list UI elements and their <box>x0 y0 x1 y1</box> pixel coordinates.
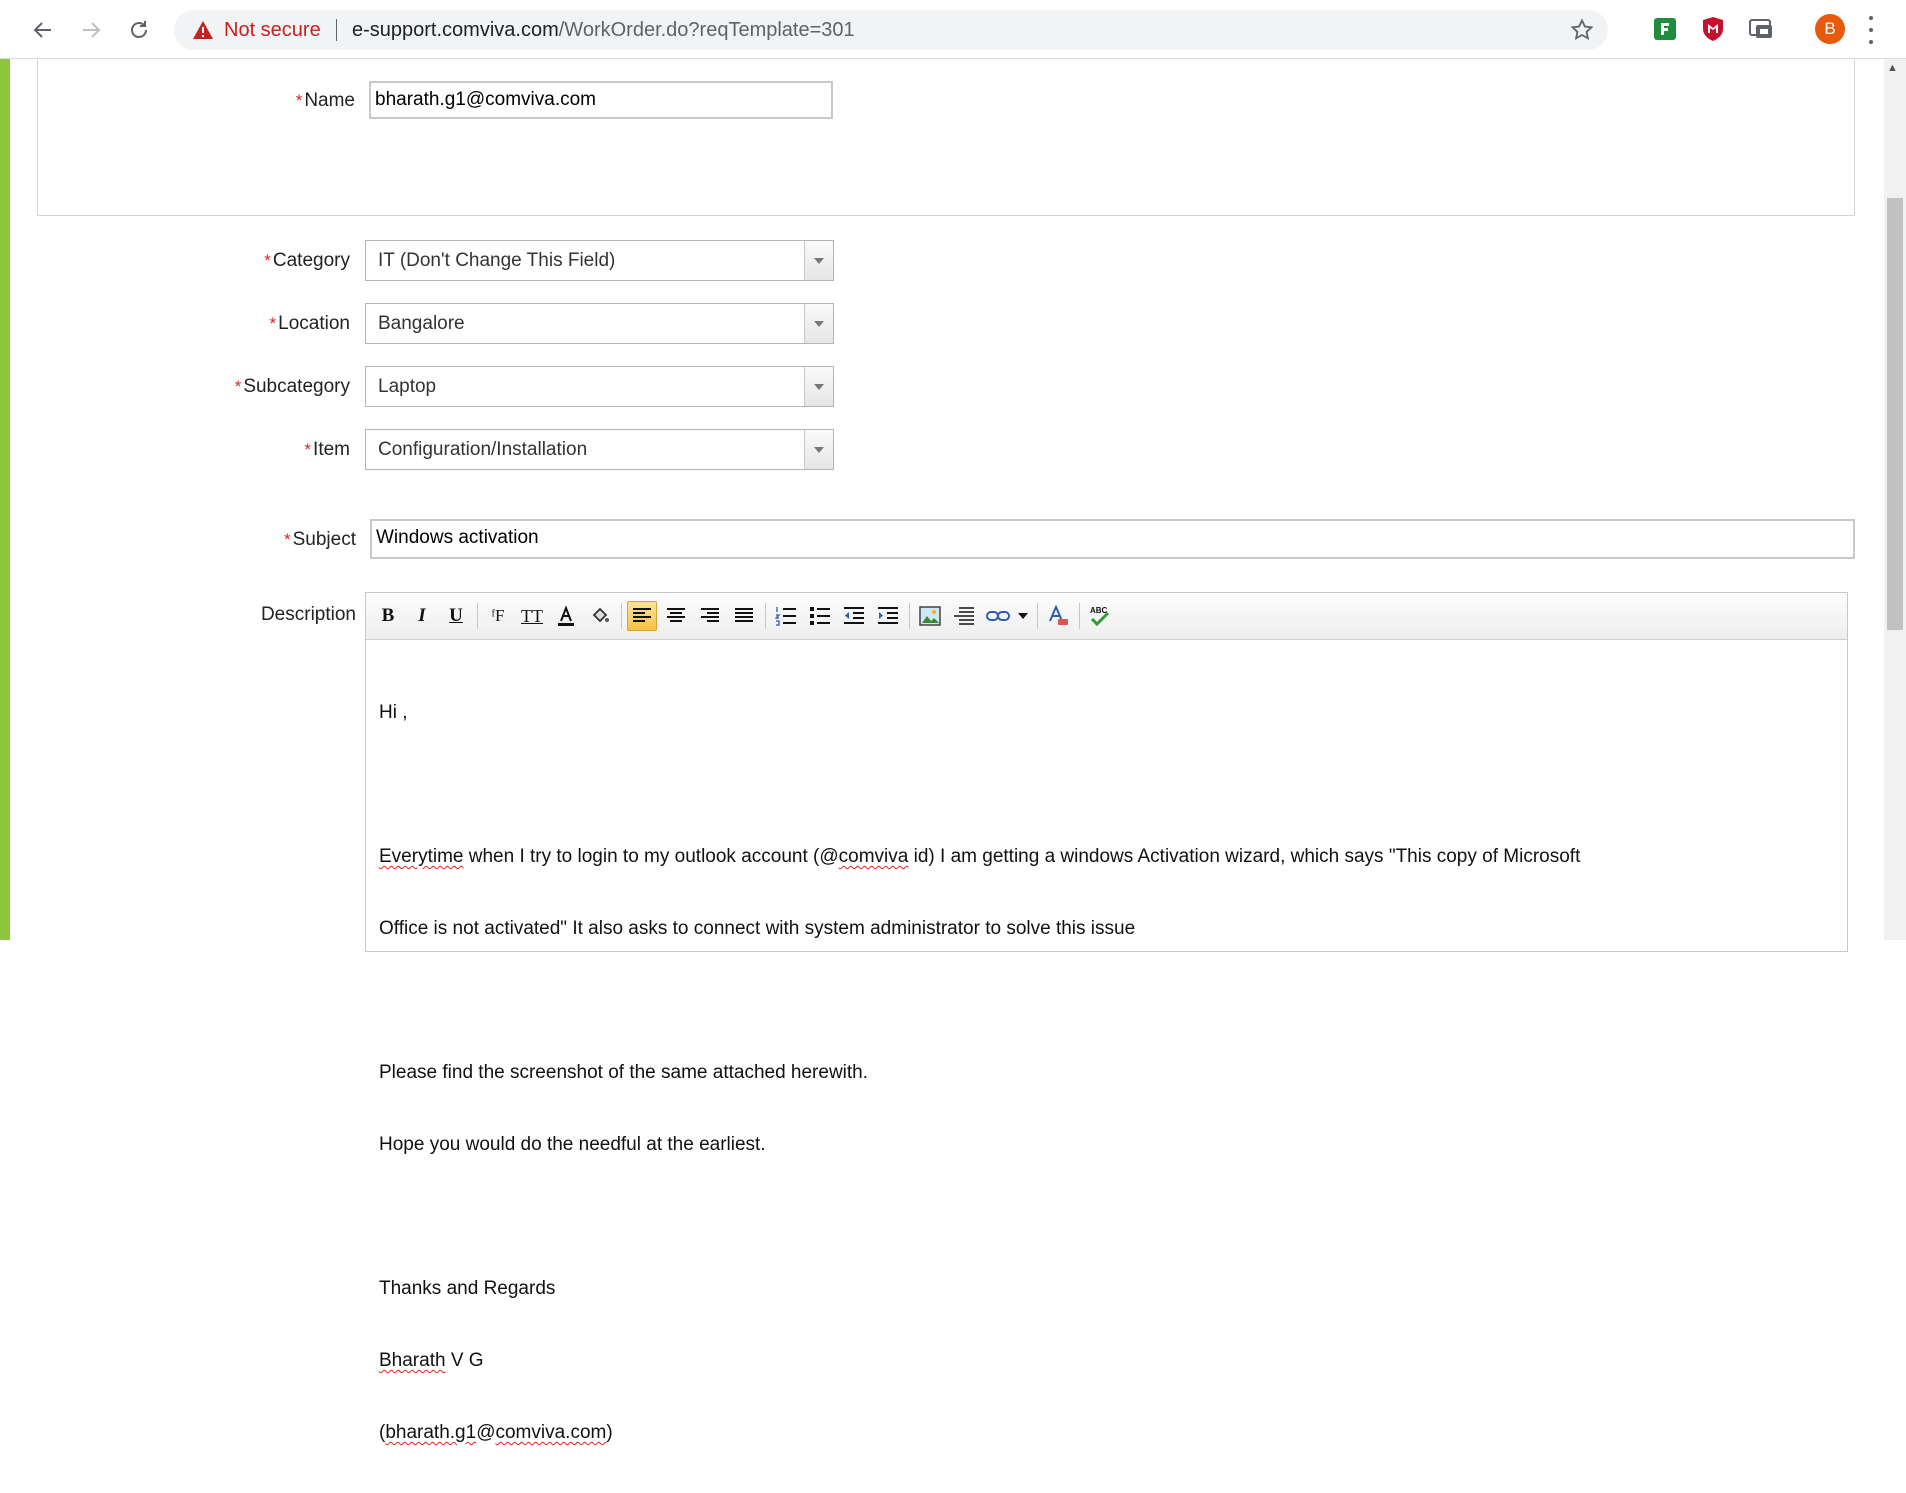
category-select[interactable]: IT (Don't Change This Field) <box>365 240 834 281</box>
spellcheck-icon[interactable]: ABC <box>1085 601 1115 631</box>
url-path: /WorkOrder.do?reqTemplate=301 <box>558 19 855 41</box>
content-line: Please find the screenshot of the same a… <box>379 1062 869 1083</box>
item-select[interactable]: Configuration/Installation <box>365 429 834 470</box>
font-size-icon[interactable]: TT <box>517 601 547 631</box>
outdent-icon[interactable] <box>839 601 869 631</box>
url-text[interactable]: e-support.comviva.com/WorkOrder.do?reqTe… <box>352 19 855 42</box>
description-editor[interactable]: B I U ᶠF TT ABC Hi , Everytime when I tr… <box>365 592 1848 1443</box>
address-bar[interactable]: Not secure e-support.comviva.com/WorkOrd… <box>174 10 1608 50</box>
chevron-down-icon[interactable] <box>804 430 833 469</box>
scroll-up-arrow-icon[interactable]: ▲ <box>1887 62 1898 74</box>
description-label: Description <box>260 604 356 625</box>
subject-label: * Subject <box>284 529 356 550</box>
scrollbar-thumb[interactable] <box>1887 198 1903 630</box>
justify-icon[interactable] <box>729 601 759 631</box>
content-line: Bharath V G <box>379 1350 484 1371</box>
content-line: Office is not activated" It also asks to… <box>379 918 1136 939</box>
align-center-icon[interactable] <box>661 601 691 631</box>
menu-dots-icon[interactable] <box>1866 16 1876 44</box>
content-line: Thanks and Regards <box>379 1278 556 1299</box>
content-line: Everytime when I try to login to my outl… <box>379 846 1581 867</box>
align-right-icon[interactable] <box>695 601 725 631</box>
category-label: * Category <box>264 250 350 271</box>
editor-toolbar: B I U ᶠF TT ABC <box>366 593 1847 640</box>
insert-image-icon[interactable] <box>915 601 945 631</box>
insert-link-icon[interactable] <box>983 601 1013 631</box>
back-arrow-icon[interactable] <box>25 12 61 48</box>
chevron-down-icon[interactable] <box>804 241 833 280</box>
address-separator <box>336 19 337 41</box>
subcategory-label: * Subcategory <box>234 376 350 397</box>
extension-cast-icon[interactable] <box>1748 16 1774 42</box>
extension-green-icon[interactable] <box>1652 16 1678 42</box>
browser-toolbar: Not secure e-support.comviva.com/WorkOrd… <box>0 0 1906 59</box>
content-line: Hi , <box>379 702 408 723</box>
chevron-down-icon[interactable] <box>804 367 833 406</box>
italic-icon[interactable]: I <box>407 601 437 631</box>
location-select[interactable]: Bangalore <box>365 303 834 344</box>
more-dropdown-icon[interactable] <box>1013 601 1033 631</box>
chevron-down-icon[interactable] <box>804 304 833 343</box>
subcategory-select[interactable]: Laptop <box>365 366 834 407</box>
content-line: (bharath.g1@comviva.com) <box>379 1422 613 1443</box>
remove-format-icon[interactable] <box>1043 601 1073 631</box>
location-label: * Location <box>269 313 350 334</box>
name-label: * Name <box>295 90 355 111</box>
font-color-icon[interactable] <box>551 601 581 631</box>
security-status-label[interactable]: Not secure <box>224 19 321 42</box>
ordered-list-icon[interactable] <box>771 601 801 631</box>
unordered-list-icon[interactable] <box>805 601 835 631</box>
editor-content[interactable]: Hi , Everytime when I try to login to my… <box>379 653 1580 1493</box>
svg-text:ABC: ABC <box>1090 606 1108 615</box>
extension-shield-icon[interactable] <box>1700 16 1726 42</box>
align-left-icon[interactable] <box>627 601 657 631</box>
left-accent-strip <box>0 59 10 940</box>
horizontal-rule-icon[interactable] <box>949 601 979 631</box>
reload-icon[interactable] <box>121 12 157 48</box>
warning-triangle-icon <box>192 20 214 45</box>
forward-arrow-icon[interactable] <box>73 12 109 48</box>
requester-details-panel <box>37 59 1855 216</box>
name-field[interactable]: bharath.g1@comviva.com <box>369 81 833 119</box>
content-line: Hope you would do the needful at the ear… <box>379 1134 766 1155</box>
subject-field[interactable]: Windows activation <box>370 519 1855 559</box>
profile-avatar[interactable]: B <box>1815 14 1845 44</box>
bookmark-star-icon[interactable] <box>1570 18 1594 47</box>
underline-icon[interactable]: U <box>441 601 471 631</box>
background-color-icon[interactable] <box>585 601 615 631</box>
font-family-icon[interactable]: ᶠF <box>483 601 513 631</box>
item-label: * Item <box>304 439 350 460</box>
indent-icon[interactable] <box>873 601 903 631</box>
url-host: e-support.comviva.com <box>352 19 559 41</box>
bold-icon[interactable]: B <box>373 601 403 631</box>
